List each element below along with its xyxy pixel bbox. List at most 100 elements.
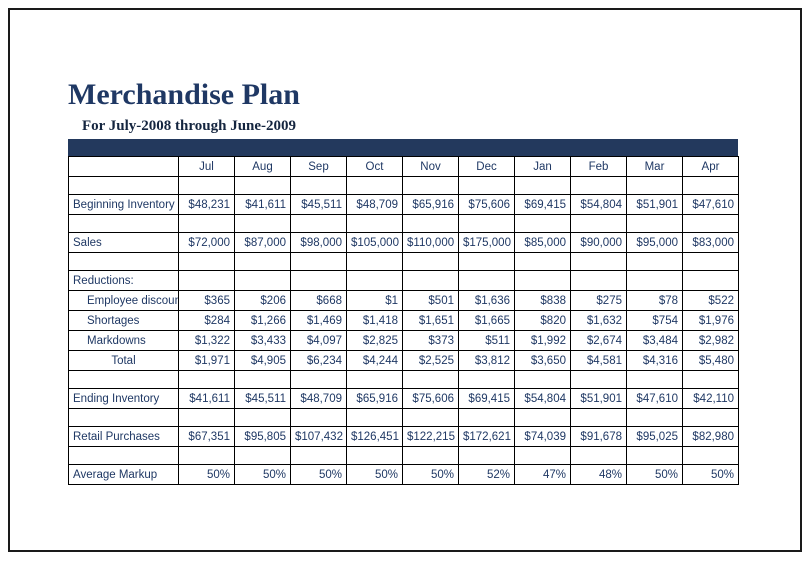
data-cell: 50% — [346, 464, 403, 485]
spacer-cell — [514, 370, 571, 389]
table-spacer-row — [68, 176, 739, 195]
table-row: Reductions: — [68, 270, 739, 291]
table-spacer-row — [68, 214, 739, 233]
spacer-cell — [178, 252, 235, 271]
row-label: Reductions: — [68, 270, 179, 291]
data-cell: $4,097 — [290, 330, 347, 351]
row-label: Ending Inventory — [68, 388, 179, 409]
data-cell: $65,916 — [402, 194, 459, 215]
spacer-cell — [682, 176, 739, 195]
table-row: Total $1,971 $4,905 $6,234 $4,244 $2,525 $3,81… — [68, 350, 739, 371]
spacer-cell — [626, 176, 683, 195]
spacer-cell — [514, 446, 571, 465]
column-header-apr: Apr — [682, 156, 739, 177]
column-header-nov: Nov — [402, 156, 459, 177]
data-cell: $2,525 — [402, 350, 459, 371]
data-cell: $75,606 — [402, 388, 459, 409]
spacer-cell — [346, 408, 403, 427]
data-cell: $3,433 — [234, 330, 291, 351]
data-cell: 47% — [514, 464, 571, 485]
spacer-cell — [570, 176, 627, 195]
data-cell: $3,650 — [514, 350, 571, 371]
spacer-cell — [626, 370, 683, 389]
document-page: Merchandise Plan For July-2008 through J… — [8, 8, 802, 552]
row-label: Sales — [68, 232, 179, 253]
table-row: Markdowns $1,322 $3,433 $4,097 $2,825 $373 $51… — [68, 330, 739, 351]
data-cell — [346, 270, 403, 291]
table-header-row: Jul Aug Sep Oct Nov Dec Jan Feb Mar Apr — [68, 156, 739, 177]
data-cell: $65,916 — [346, 388, 403, 409]
page-title: Merchandise Plan — [68, 78, 300, 111]
spacer-cell — [458, 176, 515, 195]
spacer-label-cell — [68, 176, 179, 195]
spacer-cell — [570, 446, 627, 465]
data-cell: $107,432 — [290, 426, 347, 447]
data-cell — [402, 270, 459, 291]
spacer-cell — [626, 252, 683, 271]
table-row: Sales $72,000 $87,000 $98,000 $105,000 $110,0… — [68, 232, 739, 253]
spacer-cell — [514, 176, 571, 195]
row-label: Beginning Inventory — [68, 194, 179, 215]
data-cell: $6,234 — [290, 350, 347, 371]
data-cell: $5,480 — [682, 350, 739, 371]
column-header-feb: Feb — [570, 156, 627, 177]
spacer-cell — [178, 446, 235, 465]
data-cell: $98,000 — [290, 232, 347, 253]
spacer-label-cell — [68, 408, 179, 427]
spacer-cell — [458, 252, 515, 271]
merchandise-plan-sheet: Jul Aug Sep Oct Nov Dec Jan Feb Mar Apr Beginning … — [68, 139, 739, 485]
data-cell: $1,971 — [178, 350, 235, 371]
data-cell: $41,611 — [178, 388, 235, 409]
data-cell: $4,316 — [626, 350, 683, 371]
data-cell: $1,632 — [570, 310, 627, 331]
column-header-oct: Oct — [346, 156, 403, 177]
spacer-cell — [402, 214, 459, 233]
data-cell: 50% — [402, 464, 459, 485]
table-row: Beginning Inventory $48,231 $41,611 $45,511… — [68, 194, 739, 215]
data-cell: $82,980 — [682, 426, 739, 447]
data-cell: $78 — [626, 290, 683, 311]
row-label: Employee discoun — [68, 290, 179, 311]
table-row: Shortages $284 $1,266 $1,469 $1,418 $1,651 $1,… — [68, 310, 739, 331]
data-cell: $122,215 — [402, 426, 459, 447]
data-cell: 52% — [458, 464, 515, 485]
data-cell: $1,992 — [514, 330, 571, 351]
spacer-cell — [290, 214, 347, 233]
spacer-cell — [514, 214, 571, 233]
spacer-cell — [626, 408, 683, 427]
data-cell — [570, 270, 627, 291]
data-cell: $365 — [178, 290, 235, 311]
data-cell: 50% — [290, 464, 347, 485]
table-row: Employee discoun $365 $206 $668 $1 $501 $1,636… — [68, 290, 739, 311]
data-cell: $95,805 — [234, 426, 291, 447]
data-cell: $373 — [402, 330, 459, 351]
data-cell: $45,511 — [290, 194, 347, 215]
spacer-cell — [570, 214, 627, 233]
spacer-cell — [346, 370, 403, 389]
data-cell: $48,709 — [290, 388, 347, 409]
spacer-cell — [346, 446, 403, 465]
data-cell: $95,025 — [626, 426, 683, 447]
spacer-cell — [234, 252, 291, 271]
data-cell: $47,610 — [626, 388, 683, 409]
spacer-cell — [402, 408, 459, 427]
data-cell: $69,415 — [514, 194, 571, 215]
spacer-cell — [178, 408, 235, 427]
page-subtitle: For July-2008 through June-2009 — [82, 118, 297, 134]
data-cell: $175,000 — [458, 232, 515, 253]
data-cell: $4,905 — [234, 350, 291, 371]
data-cell: $1,976 — [682, 310, 739, 331]
spacer-cell — [290, 252, 347, 271]
header-accent-band — [68, 139, 738, 156]
data-cell: $87,000 — [234, 232, 291, 253]
data-cell: $838 — [514, 290, 571, 311]
data-cell: $54,804 — [570, 194, 627, 215]
spacer-cell — [626, 214, 683, 233]
spacer-cell — [402, 370, 459, 389]
data-cell: $501 — [402, 290, 459, 311]
data-cell: $1,322 — [178, 330, 235, 351]
data-cell: $4,581 — [570, 350, 627, 371]
spacer-cell — [346, 214, 403, 233]
spacer-cell — [514, 408, 571, 427]
row-label: Average Markup — [68, 464, 179, 485]
